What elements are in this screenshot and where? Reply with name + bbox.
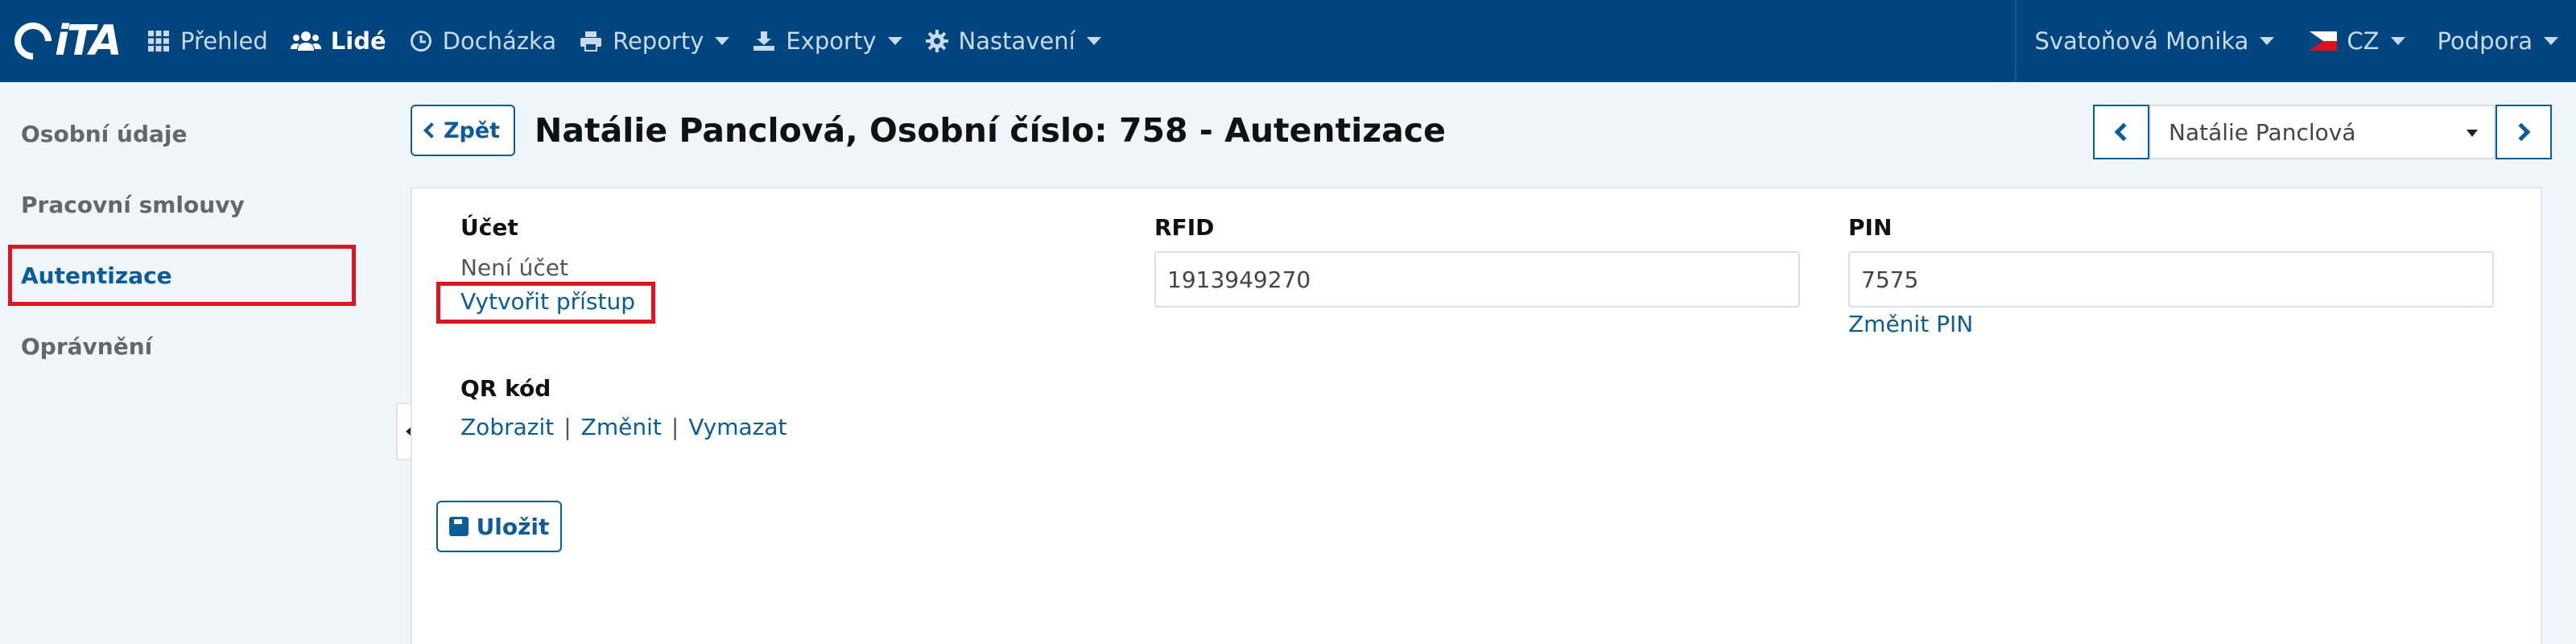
- save-button[interactable]: Uložit: [436, 501, 562, 552]
- sidebar-item-pracovni-smlouvy[interactable]: Pracovní smlouvy: [21, 192, 245, 218]
- nav-item-prehled[interactable]: Přehled: [135, 0, 279, 82]
- chevron-right-icon: [2512, 122, 2531, 142]
- nav-item-exporty[interactable]: Exporty: [741, 0, 913, 82]
- user-menu[interactable]: Svatoňová Monika: [2017, 0, 2292, 82]
- language-label: CZ: [2347, 27, 2380, 55]
- nav-label: Lidé: [330, 27, 386, 55]
- chevron-left-icon: [2114, 122, 2133, 142]
- caret-down-icon: [2260, 37, 2275, 45]
- caret-down-icon: [1086, 37, 1101, 45]
- qr-change-link[interactable]: Změnit: [581, 414, 662, 440]
- pin-label: PIN: [1848, 214, 1893, 241]
- nav-item-lide[interactable]: Lidé: [279, 0, 398, 82]
- gear-icon: [925, 29, 949, 53]
- pin-input[interactable]: 7575: [1848, 251, 2494, 308]
- highlight-box-sidebar: [8, 245, 356, 306]
- logo-c-icon: [6, 14, 60, 68]
- rfid-value: 1913949270: [1167, 266, 1311, 293]
- qr-separator: |: [671, 414, 679, 440]
- support-label: Podpora: [2437, 27, 2533, 55]
- nav-item-reporty[interactable]: Reporty: [568, 0, 741, 82]
- nav-item-nastaveni[interactable]: Nastavení: [914, 0, 1113, 82]
- support-menu[interactable]: Podpora: [2423, 0, 2576, 82]
- nav-label: Docházka: [442, 27, 557, 55]
- sidebar: Osobní údaje Pracovní smlouvy Autentizac…: [0, 82, 386, 644]
- nav-item-dochazka[interactable]: Docházka: [398, 0, 568, 82]
- grid-icon: [147, 29, 171, 53]
- caret-down-icon: [2390, 37, 2405, 45]
- caret-down-icon: [2544, 37, 2558, 45]
- chevron-left-icon: [423, 122, 440, 138]
- change-pin-link[interactable]: Změnit PIN: [1848, 311, 1973, 337]
- caret-down-icon: [887, 37, 902, 45]
- rfid-input[interactable]: 1913949270: [1154, 251, 1800, 308]
- user-name: Svatoňová Monika: [2034, 27, 2249, 55]
- sidebar-item-opravneni[interactable]: Oprávnění: [21, 333, 152, 360]
- previous-person-button[interactable]: [2093, 105, 2149, 159]
- qr-separator: |: [564, 414, 572, 440]
- print-icon: [579, 29, 603, 53]
- qr-actions: Zobrazit | Změnit | Vymazat: [460, 414, 787, 440]
- next-person-button[interactable]: [2496, 105, 2552, 159]
- caret-down-icon: [2467, 130, 2478, 137]
- qr-label: QR kód: [460, 375, 551, 402]
- qr-show-link[interactable]: Zobrazit: [460, 414, 554, 440]
- clock-icon: [409, 29, 433, 53]
- person-select-value: Natálie Panclová: [2169, 118, 2356, 146]
- page-title: Natálie Panclová, Osobní číslo: 758 - Au…: [535, 111, 1446, 150]
- app-logo[interactable]: iTA: [0, 0, 135, 82]
- pin-value: 7575: [1861, 266, 1919, 293]
- nav-label: Reporty: [613, 27, 704, 55]
- qr-delete-link[interactable]: Vymazat: [688, 414, 786, 440]
- export-icon: [752, 29, 776, 53]
- language-menu[interactable]: CZ: [2292, 0, 2422, 82]
- caret-down-icon: [715, 37, 730, 45]
- save-label: Uložit: [476, 513, 550, 540]
- account-label: Účet: [460, 214, 518, 241]
- top-navbar: iTA Přehled Lidé Docházka Reporty Export…: [0, 0, 2576, 82]
- account-status: Není účet: [460, 254, 568, 281]
- floppy-disk-icon: [448, 517, 469, 536]
- nav-label: Přehled: [180, 27, 268, 55]
- nav-label: Exporty: [786, 27, 877, 55]
- czech-flag-icon: [2310, 31, 2338, 51]
- back-label: Zpět: [443, 118, 501, 143]
- logo-text: iTA: [55, 17, 122, 65]
- person-select[interactable]: Natálie Panclová: [2149, 105, 2496, 159]
- sidebar-item-osobni-udaje[interactable]: Osobní údaje: [21, 121, 188, 147]
- highlight-box-create-access: [436, 282, 655, 324]
- users-icon: [290, 29, 321, 53]
- nav-label: Nastavení: [958, 27, 1075, 55]
- back-button[interactable]: Zpět: [411, 105, 515, 156]
- rfid-label: RFID: [1154, 214, 1215, 241]
